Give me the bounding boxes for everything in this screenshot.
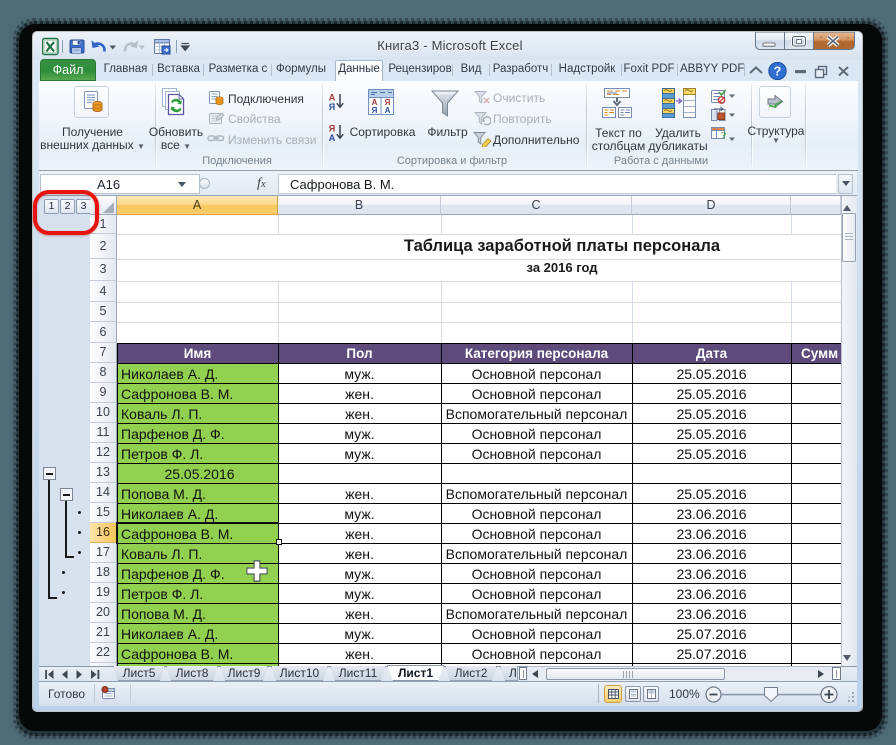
svg-text:А: А	[385, 106, 391, 115]
svg-text:Я: Я	[329, 102, 335, 112]
svg-text:?: ?	[721, 130, 727, 142]
svg-text:Я: Я	[372, 106, 378, 115]
svg-text:Я: Я	[329, 124, 335, 134]
svg-text:А: А	[329, 93, 336, 103]
svg-text:?: ?	[774, 65, 782, 79]
svg-text:А: А	[329, 133, 336, 143]
